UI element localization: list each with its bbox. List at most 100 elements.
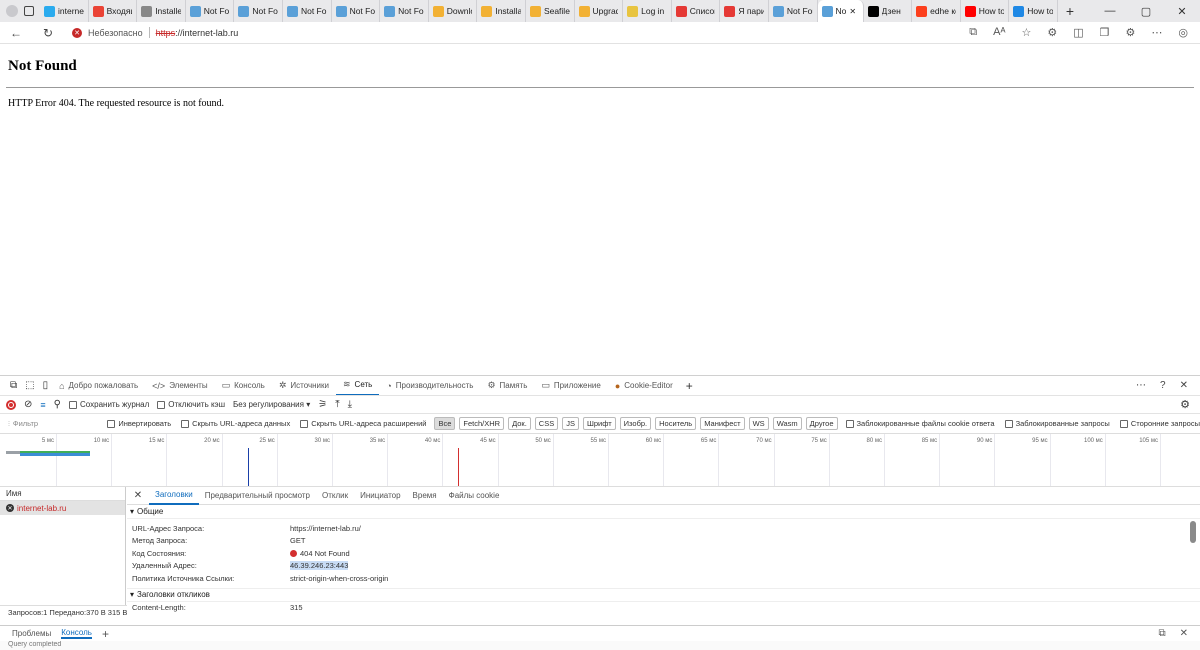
browser-tab[interactable]: Not Fou (769, 0, 818, 22)
browser-tab[interactable]: edhe ко (912, 0, 961, 22)
close-tab-icon[interactable]: ✕ (849, 7, 856, 16)
blocked-cookies-checkbox[interactable]: Заблокированные файлы cookie ответа (845, 419, 995, 428)
filter-chip[interactable]: JS (562, 417, 579, 430)
close-devtools-icon[interactable]: ✕ (1180, 380, 1188, 391)
disable-cache-checkbox[interactable]: Отключить кэш (157, 400, 225, 409)
browser-tab[interactable]: Список (672, 0, 721, 22)
filter-chip[interactable]: Все (434, 417, 456, 430)
details-tab[interactable]: Отклик (316, 487, 354, 505)
devtools-tab[interactable]: ✲ Источники (272, 376, 336, 396)
close-drawer-icon[interactable]: ✕ (1180, 628, 1188, 639)
favorite-star-icon[interactable]: ☆ (1021, 26, 1031, 39)
filter-chip[interactable]: Wasm (772, 417, 802, 430)
tab-active[interactable]: No ✕ (817, 0, 864, 22)
maximize-icon[interactable]: ▢ (1128, 0, 1164, 22)
invert-checkbox[interactable]: Инвертировать (107, 419, 171, 428)
reload-icon[interactable]: ↻ (38, 26, 58, 40)
filter-chip[interactable]: CSS (534, 417, 559, 430)
filter-chip[interactable]: WS (748, 417, 769, 430)
browser-tab[interactable]: How to (961, 0, 1010, 22)
filter-chip[interactable]: Другое (805, 417, 838, 430)
devtools-tab[interactable]: ≋ Сеть (336, 376, 380, 396)
clear-icon[interactable]: ⊘ (24, 399, 32, 410)
url-field[interactable]: ✕ Небезопасно https://internet-lab.ru (72, 24, 969, 42)
browser-tab[interactable]: Я пари (720, 0, 769, 22)
add-tool-icon[interactable]: + (680, 379, 699, 393)
details-tab[interactable]: Предварительный просмотр (199, 487, 316, 505)
request-row[interactable]: ✕ internet-lab.ru (0, 501, 125, 515)
browser-tab[interactable]: Log in (623, 0, 672, 22)
filter-chip[interactable]: Шрифт (582, 417, 616, 430)
browser-tab[interactable]: Downlo (429, 0, 478, 22)
filter-input[interactable]: ⫶ Фильтр (8, 419, 107, 429)
throttle-select[interactable]: Без регулирования ▾ (233, 400, 310, 409)
details-tab[interactable]: Заголовки (149, 487, 199, 505)
browser-tab[interactable]: Seafile (526, 0, 575, 22)
extensions-icon[interactable]: ⚙ (1047, 26, 1057, 39)
vpn-icon[interactable]: ⚙ (1126, 26, 1136, 39)
browser-tab[interactable]: Not Fou (283, 0, 332, 22)
add-drawer-tab-icon[interactable]: + (102, 627, 109, 641)
network-conditions-icon[interactable]: ⚞ (318, 399, 327, 410)
tab-actions-icon[interactable] (24, 6, 34, 16)
timeline-overview[interactable]: 5 мс 10 мс 15 мс 20 мс 25 мс 30 мс 35 мс 40 мс 4… (0, 433, 1200, 487)
preserve-log-checkbox[interactable]: Сохранить журнал (68, 400, 149, 409)
browser-tab[interactable]: Not Fou (234, 0, 283, 22)
blocked-requests-checkbox[interactable]: Заблокированные запросы (1004, 419, 1110, 428)
browser-tab[interactable]: Upgrad (575, 0, 624, 22)
browser-tab[interactable]: How to (1009, 0, 1058, 22)
back-icon[interactable]: ← (6, 26, 26, 40)
drawer-tab-console[interactable]: Консоль (61, 628, 92, 639)
details-tab[interactable]: Файлы cookie (443, 487, 506, 505)
devtools-tab[interactable]: ◔ Производительность (379, 376, 480, 396)
details-tab[interactable]: Время (407, 487, 443, 505)
response-section-header[interactable]: ▾ Заголовки откликов (127, 587, 1200, 602)
browser-tab[interactable]: Not Fou (332, 0, 381, 22)
export-har-icon[interactable]: ⤓ (348, 399, 352, 410)
scrollbar-thumb[interactable] (1190, 521, 1196, 543)
browser-tab[interactable]: Not Fou (186, 0, 235, 22)
browser-tab[interactable]: internet (40, 0, 89, 22)
hide-data-urls-checkbox[interactable]: Скрыть URL-адреса данных (181, 419, 290, 428)
devtools-tab[interactable]: ⚙ Память (480, 376, 534, 396)
devtools-tab[interactable]: </> Элементы (145, 376, 214, 396)
details-scrollbar[interactable] (1190, 521, 1196, 625)
new-tab-button[interactable]: + (1058, 0, 1082, 22)
devtools-tab[interactable]: ▭ Приложение (534, 376, 607, 396)
filter-chip[interactable]: Манифест (700, 417, 745, 430)
browser-tab[interactable]: Installat (477, 0, 526, 22)
filter-chip[interactable]: Док. (508, 417, 531, 430)
browser-tab[interactable]: Входящ (89, 0, 138, 22)
devtools-tab[interactable]: ⌂ Добро пожаловать (52, 376, 145, 396)
read-aloud-icon[interactable]: Aᴬ (993, 26, 1005, 39)
minimize-icon[interactable]: — (1092, 0, 1128, 22)
devtools-tab[interactable]: ▭ Консоль (215, 376, 272, 396)
dock-icon[interactable]: ▯ (39, 380, 53, 391)
inspect-icon[interactable]: ⬚ (21, 380, 38, 391)
search-icon[interactable]: ⚲ (54, 399, 61, 410)
copilot-icon[interactable]: ◎ (1178, 26, 1188, 39)
filter-chip[interactable]: Носитель (655, 417, 697, 430)
browser-tab[interactable]: Installer (137, 0, 186, 22)
details-tab[interactable]: Инициатор (354, 487, 406, 505)
menu-icon[interactable]: ⋯ (1151, 26, 1162, 39)
third-party-checkbox[interactable]: Сторонние запросы (1119, 419, 1200, 428)
filter-chip[interactable]: Изобр. (619, 417, 652, 430)
close-details-icon[interactable]: ✕ (127, 490, 149, 501)
collections-icon[interactable]: ❐ (1100, 26, 1110, 39)
devtools-tab[interactable]: ● Cookie-Editor (608, 376, 680, 396)
name-column-header[interactable]: Имя (0, 487, 125, 501)
filter-chip[interactable]: Fetch/XHR (459, 417, 505, 430)
general-section-header[interactable]: ▾ Общие (127, 505, 1200, 519)
drawer-tab-issues[interactable]: Проблемы (12, 629, 51, 638)
browser-tab[interactable]: Not Fou (380, 0, 429, 22)
split-screen-icon[interactable]: ◫ (1073, 26, 1083, 39)
record-icon[interactable] (6, 399, 16, 410)
close-window-icon[interactable]: ✕ (1164, 0, 1200, 22)
help-icon[interactable]: ? (1160, 380, 1166, 391)
settings-gear-icon[interactable]: ⚙ (1180, 398, 1190, 411)
profile-icon[interactable] (6, 5, 18, 17)
device-toolbar-icon[interactable]: ⧉ (6, 380, 21, 391)
more-icon[interactable]: ⋯ (1136, 380, 1146, 391)
hide-ext-urls-checkbox[interactable]: Скрыть URL-адреса расширений (300, 419, 426, 428)
